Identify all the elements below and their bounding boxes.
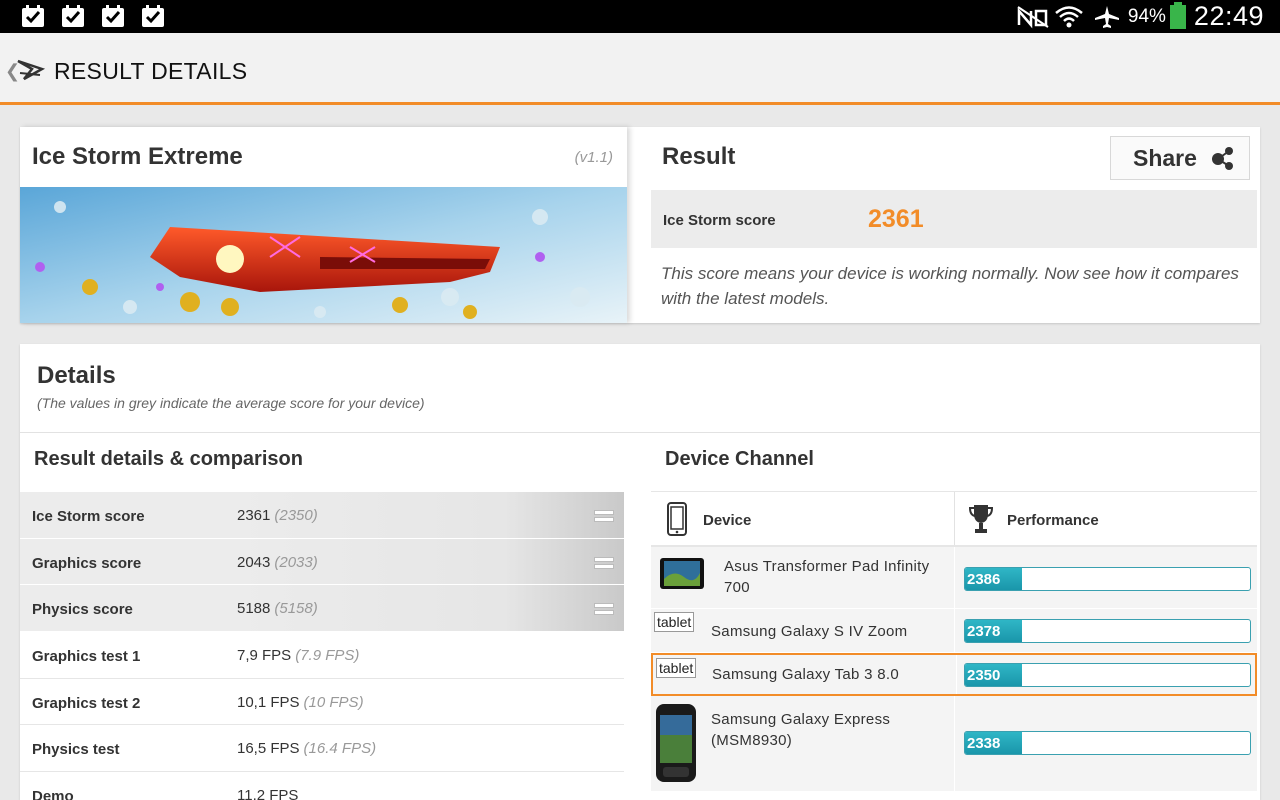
share-icon [1211,147,1233,170]
row-value-cell: 7,9 FPS (7.9 FPS) [225,632,624,678]
row-value: 2361 (2350) [237,507,318,524]
row-label: Physics test [32,741,120,759]
row-value-cell: 2361 (2350) [225,492,624,538]
table-row[interactable]: Ice Storm score 2361 (2350) [20,492,624,539]
equal-icon [594,510,614,522]
device-row[interactable]: tablet Samsung Galaxy S IV Zoom 2378 [651,609,1257,653]
check-notification-icon [22,5,44,27]
page-title: RESULT DETAILS [54,58,248,84]
row-average: (10 FPS) [303,693,364,711]
action-bar: ❮ RESULT DETAILS [0,33,1280,105]
nfc-off-icon [1017,5,1049,28]
status-icons: 94% 22:49 [1016,0,1264,33]
performance-bar: 2386 [964,567,1251,591]
airplane-mode-icon [1094,5,1119,28]
device-row[interactable]: Asus Transformer Pad Infinity 700 2386 [651,547,1257,609]
row-value-cell: 11,2 FPS [225,772,624,800]
row-value-cell: 2043 (2033) [225,538,624,585]
check-notification-icon [62,5,84,27]
3dmark-logo-icon[interactable] [16,53,46,83]
row-average: (5158) [274,600,318,618]
device-name: Samsung Galaxy Tab 3 8.0 [712,666,900,683]
device-channel-table: Device Performance Asus Transformer Pad … [651,491,1257,792]
device-table-header: Device Performance [651,491,1257,547]
table-row[interactable]: Graphics test 2 10,1 FPS (10 FPS) [20,679,624,726]
score-label: Ice Storm score [663,212,776,229]
performance-bar: 2350 [964,663,1251,687]
table-row[interactable]: Demo 11,2 FPS [20,772,624,800]
result-card: Ice Storm Extreme (v1.1) Result Share Ic… [20,127,1260,323]
row-value: 11,2 FPS [237,787,299,800]
battery-icon [1169,1,1186,29]
score-value: 2361 [868,205,924,233]
performance-bar: 2338 [964,731,1251,755]
table-row[interactable]: Graphics test 1 7,9 FPS (7.9 FPS) [20,632,624,679]
share-label: Share [1133,144,1197,171]
row-label: Graphics test 1 [32,648,141,666]
bar-value: 2378 [967,623,1001,640]
row-value-cell: 5188 (5158) [225,585,624,632]
details-title: Details [37,362,116,389]
tablet-image [660,558,704,589]
performance-bar: 2378 [964,619,1251,643]
row-value: 10,1 FPS (10 FPS) [237,693,364,711]
benchmark-panel: Ice Storm Extreme (v1.1) [20,127,627,323]
row-value-cell: 16,5 FPS (16.4 FPS) [225,725,624,771]
device-name: Samsung Galaxy S IV Zoom [711,623,908,640]
result-details-table: Ice Storm score 2361 (2350) Graphics scor… [20,492,624,800]
equal-icon [594,603,614,616]
row-value: 2043 (2033) [237,553,318,571]
row-value-cell: 10,1 FPS (10 FPS) [225,679,624,725]
tablet-thumbnail: tablet [656,658,697,678]
row-value: 16,5 FPS (16.4 FPS) [237,740,377,758]
table-row[interactable]: Physics score 5188 (5158) [20,585,624,633]
row-label: Physics score [32,601,133,619]
equal-icon [594,556,614,569]
row-value: 5188 (5158) [237,600,318,618]
bar-value: 2386 [967,571,1001,588]
row-label: Demo [32,788,74,800]
row-average: (16.4 FPS) [303,740,377,758]
device-row[interactable]: Samsung Galaxy Express (MSM8930) 2338 [651,696,1257,792]
table-row[interactable]: Physics test 16,5 FPS (16.4 FPS) [20,725,624,773]
phone-image [656,704,696,782]
row-label: Ice Storm score [32,508,145,525]
row-average: (2033) [274,553,318,571]
result-details-title: Result details & comparison [34,448,303,470]
result-message: This score means your device is working … [661,264,1239,308]
device-row-current[interactable]: tablet Samsung Galaxy Tab 3 8.0 2350 [651,653,1257,696]
row-label: Graphics score [32,554,142,572]
tablet-thumbnail: tablet [654,612,695,632]
row-average: (7.9 FPS) [295,647,360,665]
benchmark-version: (v1.1) [574,149,613,166]
device-column-header: Device [703,512,752,529]
benchmark-name: Ice Storm Extreme [32,143,243,170]
check-notification-icon [102,5,124,27]
status-bar: 94% 22:49 [0,0,1280,33]
row-average: (2350) [274,507,318,524]
clock: 22:49 [1193,1,1264,31]
row-label: Graphics test 2 [32,694,141,712]
result-title: Result [662,143,736,170]
trophy-icon [969,505,993,533]
device-channel-title: Device Channel [665,448,814,470]
row-value: 7,9 FPS (7.9 FPS) [237,647,360,665]
table-row[interactable]: Graphics score 2043 (2033) [20,538,624,586]
check-notification-icon [142,5,164,27]
phone-icon [667,502,687,536]
wifi-icon [1055,5,1083,27]
details-subtitle: (The values in grey indicate the average… [37,395,425,411]
performance-column-header: Performance [1007,512,1099,529]
details-card: Details (The values in grey indicate the… [20,344,1260,800]
bar-value: 2338 [967,735,1001,752]
device-name: Samsung Galaxy Express (MSM8930) [711,711,891,749]
divider [20,432,1260,433]
benchmark-banner-image [20,187,627,323]
score-row: Ice Storm score 2361 [651,190,1257,248]
share-button[interactable]: Share [1110,136,1250,180]
bar-value: 2350 [967,667,1001,684]
battery-percent: 94% [1127,5,1166,27]
device-name: Asus Transformer Pad Infinity 700 [724,558,930,596]
